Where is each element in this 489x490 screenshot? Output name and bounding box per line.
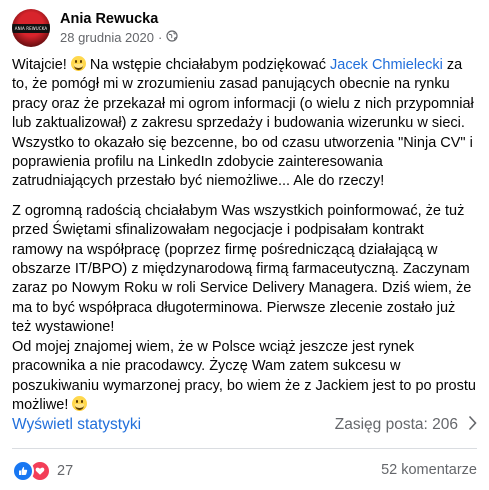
post-body: Witajcie! Na wstępie chciałabym podzięko… — [12, 56, 476, 415]
paragraph-2: Z ogromną radością chciałabym Was wszyst… — [12, 202, 472, 336]
smile-emoji-icon — [70, 56, 86, 71]
greeting-text: Witajcie! — [12, 57, 71, 73]
paragraph-1: Witajcie! Na wstępie chciałabym podzięko… — [12, 56, 476, 192]
comments-count[interactable]: 52 komentarze — [381, 462, 477, 478]
paragraph-3: Od mojej znajomej wiem, że w Polsce wcią… — [12, 338, 476, 416]
post-header: ANIA REWUCKA Ania Rewucka 28 grudnia 202… — [12, 6, 178, 50]
reach-label: Zasięg posta: 206 — [334, 416, 458, 433]
date-row: 28 grudnia 2020 · — [60, 29, 178, 46]
post-meta: Ania Rewucka 28 grudnia 2020 · — [60, 10, 178, 46]
separator-dot: · — [157, 30, 163, 45]
like-reaction-icon — [12, 460, 34, 482]
post-date[interactable]: 28 grudnia 2020 — [60, 29, 154, 46]
smile-emoji-icon — [72, 395, 88, 411]
mention-link[interactable]: Jacek Chmielecki — [330, 57, 443, 73]
avatar[interactable]: ANIA REWUCKA — [12, 9, 50, 47]
globe-icon — [166, 29, 178, 46]
facebook-post: ANIA REWUCKA Ania Rewucka 28 grudnia 202… — [0, 0, 489, 490]
author-name[interactable]: Ania Rewucka — [60, 10, 178, 28]
divider — [12, 448, 477, 449]
paragraph-1-mid: Na wstępie chciałabym podziękować — [85, 57, 331, 73]
post-reach[interactable]: Zasięg posta: 206 — [335, 415, 477, 436]
chevron-right-icon — [468, 415, 477, 436]
view-insights-link[interactable]: Wyświetl statystyki — [12, 416, 141, 434]
reactions-summary[interactable]: 27 — [12, 460, 73, 482]
avatar-logo-text: ANIA REWUCKA — [14, 26, 48, 31]
reactions-count: 27 — [57, 463, 74, 479]
paragraph-1-rest: za to, że pomógł mi w zrozumieniu zasad … — [12, 57, 474, 190]
stats-row: Wyświetl statystyki Zasięg posta: 206 — [12, 414, 477, 436]
